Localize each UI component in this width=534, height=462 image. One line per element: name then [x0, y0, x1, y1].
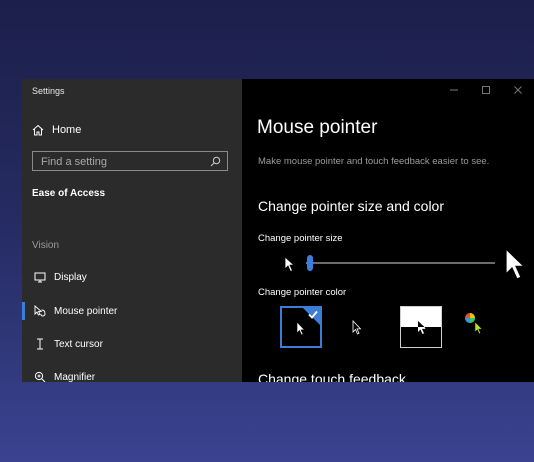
monitor-icon [32, 272, 48, 283]
close-button[interactable] [502, 79, 534, 101]
size-section-title: Change pointer size and color [258, 198, 445, 214]
magnifier-icon [32, 371, 48, 382]
main-panel: Mouse pointer Make mouse pointer and tou… [242, 79, 534, 382]
sidebar-item-mouse-pointer[interactable]: Mouse pointer [22, 299, 242, 323]
sidebar: Settings Home Ease of Access Vision [22, 79, 242, 382]
pointer-color-white[interactable] [280, 306, 322, 348]
page-title: Mouse pointer [257, 117, 378, 138]
pointer-color-custom[interactable] [458, 306, 500, 348]
small-pointer-icon [284, 256, 296, 273]
pointer-color-inverted[interactable] [400, 306, 442, 348]
home-nav-item[interactable]: Home [32, 122, 81, 138]
home-icon [32, 124, 44, 136]
sidebar-item-magnifier[interactable]: Magnifier [22, 365, 242, 382]
sidebar-item-display[interactable]: Display [22, 265, 242, 289]
app-title: Settings [32, 86, 65, 96]
section-heading: Ease of Access [32, 188, 106, 199]
black-pointer-swatch [352, 319, 362, 335]
touch-feedback-title: Change touch feedback [258, 371, 406, 382]
minimize-icon [450, 89, 458, 91]
caption-buttons [438, 79, 534, 101]
pointer-size-slider[interactable] [306, 262, 495, 264]
home-label: Home [52, 124, 82, 136]
group-label-vision: Vision [32, 240, 60, 251]
sidebar-item-label: Mouse pointer [54, 305, 118, 317]
settings-window: Settings Home Ease of Access Vision [22, 79, 534, 382]
text-cursor-icon [32, 338, 48, 350]
close-icon [514, 86, 522, 94]
page-description: Make mouse pointer and touch feedback ea… [258, 156, 490, 167]
pointer-size-thumb[interactable] [307, 255, 313, 271]
search-icon[interactable] [210, 156, 221, 167]
large-pointer-icon [505, 247, 526, 280]
inverted-pointer-swatch [418, 321, 426, 334]
sidebar-item-label: Display [54, 271, 87, 283]
pointer-color-label: Change pointer color [258, 287, 347, 298]
pointer-size-label: Change pointer size [258, 233, 343, 244]
sidebar-item-label: Text cursor [54, 338, 103, 350]
sidebar-item-label: Magnifier [54, 371, 96, 383]
search-input[interactable] [33, 152, 213, 172]
minimize-button[interactable] [438, 79, 470, 101]
mouse-pointer-icon [32, 305, 48, 317]
maximize-button[interactable] [470, 79, 502, 101]
white-pointer-swatch [296, 308, 320, 336]
search-box[interactable] [32, 151, 228, 172]
sidebar-item-text-cursor[interactable]: Text cursor [22, 332, 242, 356]
maximize-icon [482, 86, 490, 94]
pointer-color-black[interactable] [336, 306, 378, 348]
custom-color-pointer-swatch [465, 313, 483, 335]
